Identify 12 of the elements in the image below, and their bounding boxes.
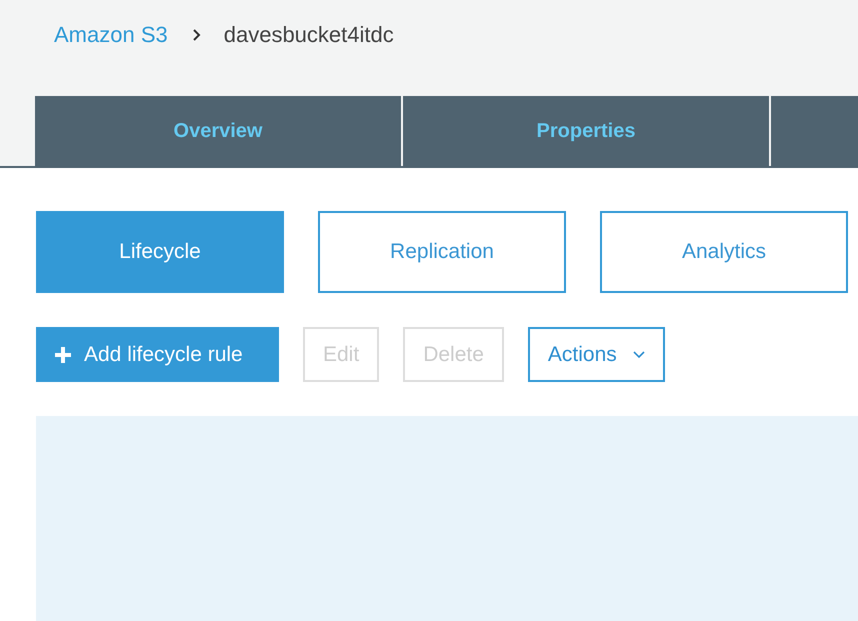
breadcrumb-link[interactable]: Amazon S3	[54, 22, 168, 48]
add-rule-button[interactable]: Add lifecycle rule	[36, 327, 279, 382]
tab[interactable]: Overview	[35, 96, 403, 166]
tab[interactable]: Properties	[403, 96, 771, 166]
chevron-right-icon	[192, 28, 202, 42]
plus-icon	[54, 346, 72, 364]
sub-tab[interactable]: Replication	[318, 211, 566, 293]
breadcrumb-current: davesbucket4itdc	[224, 22, 394, 48]
sub-tab[interactable]: Analytics	[600, 211, 848, 293]
chevron-down-icon	[632, 350, 645, 358]
sub-tab[interactable]: Lifecycle	[36, 211, 284, 293]
actions-dropdown[interactable]: Actions	[528, 327, 665, 382]
